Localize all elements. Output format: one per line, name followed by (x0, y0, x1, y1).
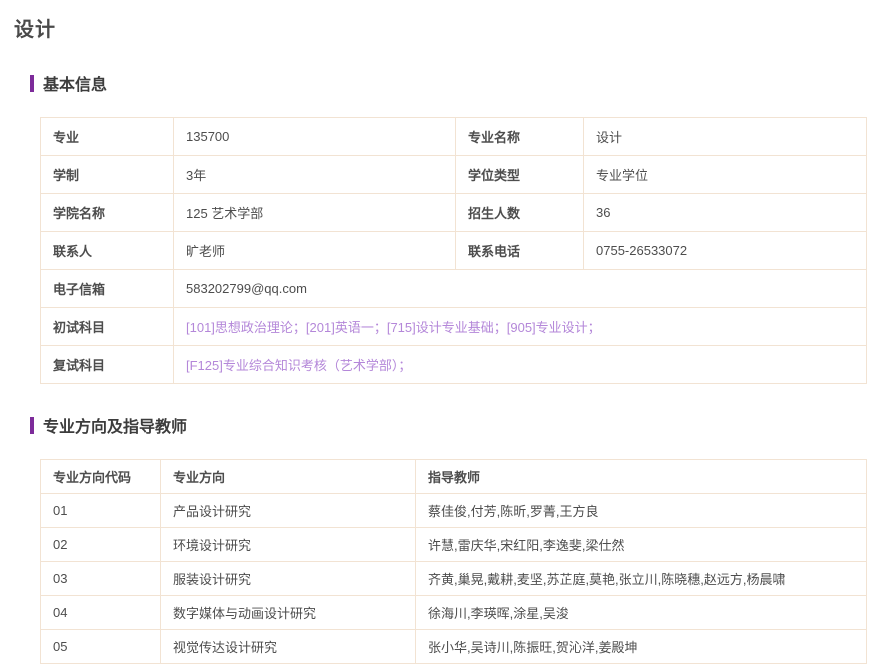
info-label: 电子信箱 (41, 270, 174, 308)
info-label: 专业名称 (456, 118, 584, 156)
section-heading-label: 专业方向及指导教师 (43, 413, 187, 437)
table-row: 03 服装设计研究 齐黄,巢晃,戴耕,麦坚,苏芷庭,莫艳,张立川,陈晓穗,赵远方… (41, 562, 867, 596)
info-value: 0755-26533072 (584, 232, 867, 270)
direction-teachers: 张小华,吴诗川,陈振旺,贺沁洋,姜殿坤 (416, 630, 867, 664)
table-row: 联系人 旷老师 联系电话 0755-26533072 (41, 232, 867, 270)
table-row: 电子信箱 583202799@qq.com (41, 270, 867, 308)
table-row: 复试科目 [F125]专业综合知识考核（艺术学部）； (41, 346, 867, 384)
info-label: 联系电话 (456, 232, 584, 270)
direction-teachers: 齐黄,巢晃,戴耕,麦坚,苏芷庭,莫艳,张立川,陈晓穗,赵远方,杨晨啸 (416, 562, 867, 596)
direction-teachers: 徐海川,李瑛晖,涂星,吴浚 (416, 596, 867, 630)
retest-exam-subjects: [F125]专业综合知识考核（艺术学部）； (174, 346, 867, 384)
info-label: 学制 (41, 156, 174, 194)
table-row: 学院名称 125 艺术学部 招生人数 36 (41, 194, 867, 232)
info-label: 招生人数 (456, 194, 584, 232)
info-label: 学位类型 (456, 156, 584, 194)
direction-teachers: 许慧,雷庆华,宋红阳,李逸斐,梁仕然 (416, 528, 867, 562)
info-label: 专业 (41, 118, 174, 156)
info-value: 3年 (174, 156, 456, 194)
table-row: 学制 3年 学位类型 专业学位 (41, 156, 867, 194)
info-label: 初试科目 (41, 308, 174, 346)
direction-code: 01 (41, 494, 161, 528)
email-value: 583202799@qq.com (174, 270, 867, 308)
basic-info-table: 专业 135700 专业名称 设计 学制 3年 学位类型 专业学位 学院名称 1… (40, 117, 867, 384)
direction-name: 服装设计研究 (161, 562, 416, 596)
info-value: 125 艺术学部 (174, 194, 456, 232)
col-header-teachers: 指导教师 (416, 460, 867, 494)
info-label: 联系人 (41, 232, 174, 270)
page-title: 设计 (0, 0, 881, 42)
table-row: 04 数字媒体与动画设计研究 徐海川,李瑛晖,涂星,吴浚 (41, 596, 867, 630)
direction-code: 05 (41, 630, 161, 664)
info-value: 36 (584, 194, 867, 232)
direction-code: 02 (41, 528, 161, 562)
section-heading-label: 基本信息 (43, 71, 107, 95)
section-heading-directions: 专业方向及指导教师 (30, 413, 881, 437)
direction-teachers: 蔡佳俊,付芳,陈昕,罗菁,王方良 (416, 494, 867, 528)
info-label: 复试科目 (41, 346, 174, 384)
table-header-row: 专业方向代码 专业方向 指导教师 (41, 460, 867, 494)
info-value: 135700 (174, 118, 456, 156)
table-row: 02 环境设计研究 许慧,雷庆华,宋红阳,李逸斐,梁仕然 (41, 528, 867, 562)
table-row: 初试科目 [101]思想政治理论；[201]英语一；[715]设计专业基础；[9… (41, 308, 867, 346)
info-label: 学院名称 (41, 194, 174, 232)
section-accent-bar (30, 417, 34, 434)
col-header-direction-code: 专业方向代码 (41, 460, 161, 494)
info-value: 专业学位 (584, 156, 867, 194)
info-value: 设计 (584, 118, 867, 156)
col-header-direction: 专业方向 (161, 460, 416, 494)
section-accent-bar (30, 75, 34, 92)
table-row: 01 产品设计研究 蔡佳俊,付芳,陈昕,罗菁,王方良 (41, 494, 867, 528)
section-heading-basic-info: 基本信息 (30, 71, 881, 95)
direction-code: 04 (41, 596, 161, 630)
direction-name: 数字媒体与动画设计研究 (161, 596, 416, 630)
direction-code: 03 (41, 562, 161, 596)
info-value: 旷老师 (174, 232, 456, 270)
direction-name: 视觉传达设计研究 (161, 630, 416, 664)
direction-name: 产品设计研究 (161, 494, 416, 528)
direction-name: 环境设计研究 (161, 528, 416, 562)
table-row: 05 视觉传达设计研究 张小华,吴诗川,陈振旺,贺沁洋,姜殿坤 (41, 630, 867, 664)
table-row: 专业 135700 专业名称 设计 (41, 118, 867, 156)
initial-exam-subjects: [101]思想政治理论；[201]英语一；[715]设计专业基础；[905]专业… (174, 308, 867, 346)
directions-table: 专业方向代码 专业方向 指导教师 01 产品设计研究 蔡佳俊,付芳,陈昕,罗菁,… (40, 459, 867, 664)
